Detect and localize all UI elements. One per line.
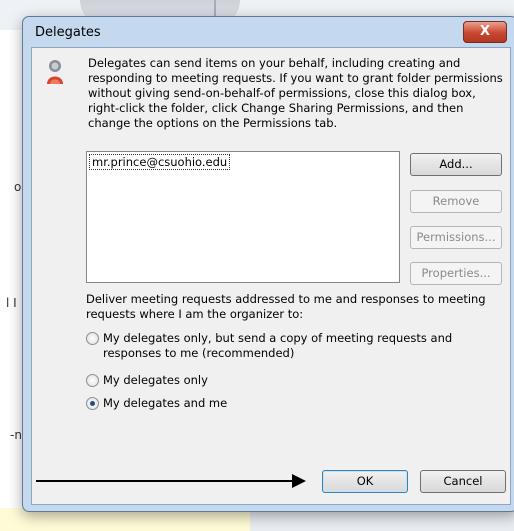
background-text-fragment: l I	[6, 296, 17, 310]
radio-button[interactable]	[86, 332, 99, 345]
radio-delegates-only-send-copy[interactable]: My delegates only, but send a copy of me…	[86, 331, 506, 363]
add-button[interactable]: Add...	[410, 153, 502, 176]
cancel-button[interactable]: Cancel	[420, 470, 506, 493]
close-button[interactable]: X	[463, 21, 507, 43]
delegate-list-item[interactable]: mr.prince@csuohio.edu	[89, 154, 231, 170]
delegates-dialog: Delegates X Delegates can send items on …	[22, 16, 514, 512]
ok-button[interactable]: OK	[322, 470, 408, 493]
radio-button-selected[interactable]	[86, 397, 99, 410]
radio-label: My delegates only	[103, 373, 208, 387]
dialog-description: Delegates can send items on your behalf,…	[88, 56, 503, 130]
dialog-title: Delegates	[35, 25, 101, 40]
dialog-body: Delegates can send items on your behalf,…	[31, 47, 511, 505]
delegates-list[interactable]: mr.prince@csuohio.edu	[86, 151, 400, 283]
radio-delegates-only[interactable]: My delegates only	[86, 373, 386, 389]
permissions-button[interactable]: Permissions...	[410, 226, 502, 249]
annotation-arrow-line	[36, 480, 298, 482]
annotation-arrow-head-icon	[292, 474, 306, 488]
background-text-fragment: o	[14, 180, 22, 194]
delegates-icon	[47, 60, 63, 84]
deliver-meeting-requests-label: Deliver meeting requests addressed to me…	[86, 292, 486, 321]
remove-button[interactable]: Remove	[410, 190, 502, 213]
radio-button[interactable]	[86, 374, 99, 387]
dialog-titlebar[interactable]: Delegates X	[23, 17, 514, 45]
radio-delegates-and-me[interactable]: My delegates and me	[86, 396, 386, 412]
background-text-fragment: -n	[10, 428, 22, 442]
radio-label: My delegates only, but send a copy of me…	[103, 331, 453, 360]
radio-label: My delegates and me	[103, 396, 228, 410]
close-icon: X	[479, 24, 491, 39]
properties-button[interactable]: Properties...	[410, 262, 502, 285]
